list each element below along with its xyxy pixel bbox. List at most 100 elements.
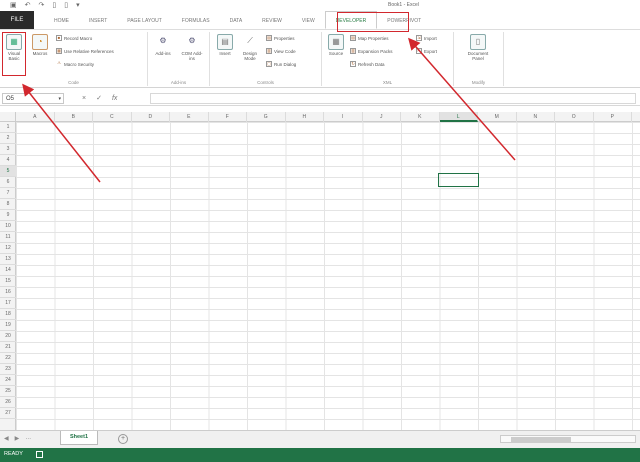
row-header[interactable]: 9 <box>0 210 16 221</box>
scroll-left-icon[interactable]: ◀ <box>4 435 9 442</box>
group-label-code: Code <box>68 80 79 85</box>
row-header[interactable]: 25 <box>0 386 16 397</box>
warning-icon: ⚠ <box>57 60 61 65</box>
export-button[interactable]: ⇱ Export <box>416 48 437 54</box>
row-header[interactable]: 13 <box>0 254 16 265</box>
macro-record-status-icon[interactable] <box>36 451 43 458</box>
tab-formulas[interactable]: FORMULAS <box>172 13 220 29</box>
window-title: Book1 - Excel <box>388 2 419 8</box>
tab-page-layout[interactable]: PAGE LAYOUT <box>117 13 172 29</box>
column-header[interactable]: O <box>555 112 594 122</box>
insert-function-icon[interactable]: fx <box>112 93 117 105</box>
tab-home[interactable]: HOME <box>44 13 79 29</box>
group-controls: ▤ Insert ⟋ Design Mode ▤ Properties ▥ Vi… <box>210 32 322 86</box>
row-header[interactable]: 12 <box>0 243 16 254</box>
cell-area[interactable] <box>16 122 640 430</box>
macro-security-button[interactable]: ⚠ Macro Security <box>56 61 94 67</box>
column-header[interactable]: J <box>363 112 401 122</box>
group-label-xml: XML <box>382 80 393 85</box>
worksheet-grid: ABCDEFGHIJKLMNOP 1 2 3 4 5 6 7 8 9 10 11 12 13 14 15 16… <box>0 112 640 430</box>
properties-button[interactable]: ▤ Properties <box>266 35 295 41</box>
active-cell[interactable] <box>438 173 479 187</box>
refresh-data-button[interactable]: ↻ Refresh Data <box>350 61 385 67</box>
tab-data[interactable]: DATA <box>220 13 253 29</box>
insert-control-button[interactable]: ▤ Insert <box>213 34 237 56</box>
select-all-corner[interactable] <box>0 112 16 122</box>
column-header[interactable]: H <box>286 112 324 122</box>
column-header[interactable]: D <box>132 112 170 122</box>
horizontal-scrollbar[interactable] <box>500 435 636 443</box>
row-header[interactable]: 15 <box>0 276 16 287</box>
tab-file[interactable]: FILE <box>0 11 34 29</box>
chevron-down-icon[interactable]: ▾ <box>58 94 61 104</box>
column-header[interactable]: I <box>324 112 363 122</box>
cancel-icon[interactable]: × <box>82 93 86 105</box>
tab-view[interactable]: VIEW <box>292 13 325 29</box>
row-header[interactable]: 14 <box>0 265 16 276</box>
document-panel-button[interactable]: ▯ Document Panel <box>466 34 490 61</box>
view-code-button[interactable]: ▥ View Code <box>266 48 296 54</box>
row-header[interactable]: 16 <box>0 287 16 298</box>
design-mode-icon: ⟋ <box>247 36 253 45</box>
enter-icon[interactable]: ✓ <box>96 93 102 105</box>
import-button[interactable]: ⇲ Import <box>416 35 437 41</box>
row-header[interactable]: 21 <box>0 342 16 353</box>
row-header[interactable]: 23 <box>0 364 16 375</box>
column-header[interactable]: B <box>55 112 93 122</box>
column-header[interactable]: E <box>170 112 209 122</box>
row-header[interactable]: 7 <box>0 188 16 199</box>
name-box[interactable]: O5 ▾ <box>2 93 64 104</box>
tab-insert[interactable]: INSERT <box>79 13 117 29</box>
macros-button[interactable]: ◔ Macros <box>28 34 52 56</box>
group-modify: ▯ Document Panel Modify <box>454 32 504 86</box>
group-xml: ▦ Source ▤ Map Properties ▥ Expansion Pa… <box>322 32 454 86</box>
row-header[interactable]: 18 <box>0 309 16 320</box>
scrollbar-thumb[interactable] <box>511 437 571 442</box>
column-header[interactable]: A <box>16 112 55 122</box>
row-header[interactable]: 22 <box>0 353 16 364</box>
use-relative-references-button[interactable]: ▦ Use Relative References <box>56 48 114 54</box>
column-header[interactable]: N <box>517 112 555 122</box>
row-header[interactable]: 8 <box>0 199 16 210</box>
row-header[interactable]: 27 <box>0 408 16 419</box>
formula-buttons: × ✓ fx <box>82 93 117 105</box>
row-header[interactable]: 10 <box>0 221 16 232</box>
row-header[interactable]: 2 <box>0 133 16 144</box>
record-macro-button[interactable]: ■ Record Macro <box>56 35 92 41</box>
expansion-packs-button[interactable]: ▥ Expansion Packs <box>350 48 393 54</box>
row-header[interactable]: 4 <box>0 155 16 166</box>
column-header[interactable]: C <box>93 112 132 122</box>
com-addins-button[interactable]: ⚙ COM Add-ins <box>180 34 204 61</box>
row-header[interactable]: 17 <box>0 298 16 309</box>
column-header[interactable]: M <box>478 112 517 122</box>
tab-review[interactable]: REVIEW <box>252 13 292 29</box>
column-header[interactable]: L <box>439 112 478 122</box>
row-header[interactable]: 20 <box>0 331 16 342</box>
row-header[interactable]: 6 <box>0 177 16 188</box>
row-header[interactable]: 5 <box>0 166 16 177</box>
ribbon-developer: ▦ Visual Basic ◔ Macros ■ Record Macro ▦… <box>0 30 640 88</box>
sheet-tab-sheet1[interactable]: Sheet1 <box>60 431 98 445</box>
column-header[interactable]: P <box>594 112 632 122</box>
column-header[interactable]: G <box>247 112 286 122</box>
formula-input[interactable] <box>150 93 636 104</box>
map-properties-icon: ▤ <box>350 35 356 41</box>
row-header[interactable]: 11 <box>0 232 16 243</box>
row-header[interactable]: 1 <box>0 122 16 133</box>
toolbox-icon: ▤ <box>217 34 233 50</box>
add-sheet-button[interactable]: + <box>118 434 128 444</box>
run-dialog-button[interactable]: ▢ Run Dialog <box>266 61 296 67</box>
column-header[interactable]: F <box>209 112 247 122</box>
row-header[interactable]: 24 <box>0 375 16 386</box>
row-header[interactable]: 19 <box>0 320 16 331</box>
design-mode-button[interactable]: ⟋ Design Mode <box>238 34 262 61</box>
row-header[interactable]: 3 <box>0 144 16 155</box>
row-header[interactable]: 26 <box>0 397 16 408</box>
addins-button[interactable]: ⚙ Add-ins <box>151 34 175 56</box>
source-button[interactable]: ▦ Source <box>324 34 348 56</box>
scroll-right-icon[interactable]: ▶ <box>15 435 20 442</box>
column-header[interactable]: K <box>401 112 440 122</box>
map-properties-button[interactable]: ▤ Map Properties <box>350 35 389 41</box>
more-sheets-icon[interactable]: … <box>25 435 31 442</box>
run-dialog-icon: ▢ <box>266 61 272 67</box>
